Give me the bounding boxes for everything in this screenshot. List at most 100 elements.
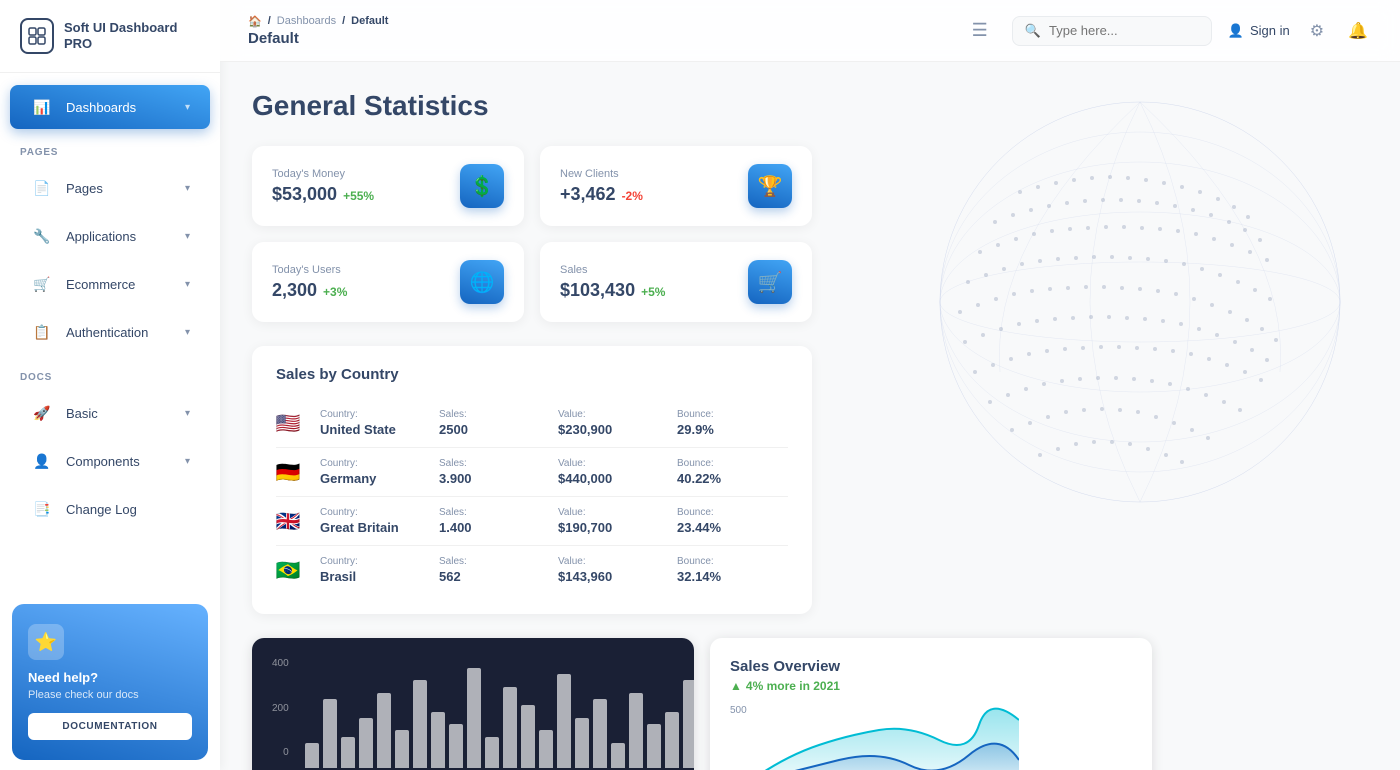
- value-col: Value: $440,000: [558, 458, 669, 486]
- bar: [647, 724, 661, 768]
- y-label: 500: [730, 705, 747, 716]
- bounce-col: Bounce: 29.9%: [677, 409, 788, 437]
- sales-y-axis: 500 400: [730, 705, 747, 770]
- signin-label: Sign in: [1250, 23, 1290, 38]
- signin-button[interactable]: 👤 Sign in: [1228, 23, 1290, 39]
- breadcrumb: 🏠 / Dashboards / Default Default: [248, 15, 948, 47]
- col-label: Value:: [558, 556, 669, 567]
- col-label: Bounce:: [677, 409, 788, 420]
- documentation-button[interactable]: DOCUMENTATION: [28, 713, 192, 740]
- bounce-col: Bounce: 40.22%: [677, 458, 788, 486]
- pages-section-label: PAGES: [0, 131, 220, 164]
- user-icon: 👤: [1228, 23, 1244, 39]
- sales-col: Sales: 1.400: [439, 507, 550, 535]
- notifications-button[interactable]: 🔔: [1344, 17, 1372, 45]
- chevron-down-icon: ▾: [185, 183, 190, 194]
- sidebar-logo: Soft UI Dashboard PRO: [0, 0, 220, 73]
- bar: [557, 674, 571, 768]
- bounce-col: Bounce: 23.44%: [677, 507, 788, 535]
- stat-card-users: Today's Users 2,300 +3% 🌐: [252, 242, 524, 322]
- bar: [449, 724, 463, 768]
- stat-change: +55%: [343, 189, 374, 203]
- sidebar-item-dashboards[interactable]: 📊 Dashboards ▾: [10, 85, 210, 129]
- sidebar-item-ecommerce[interactable]: 🛒 Ecommerce ▾: [10, 262, 210, 306]
- help-title: Need help?: [28, 670, 192, 685]
- col-value: $440,000: [558, 471, 669, 486]
- stat-label: New Clients: [560, 168, 643, 180]
- sidebar-item-label: Pages: [66, 181, 173, 196]
- stat-info: Today's Money $53,000 +55%: [272, 168, 374, 205]
- chevron-down-icon: ▾: [185, 102, 190, 113]
- chevron-down-icon: ▾: [185, 408, 190, 419]
- table-row: 🇧🇷 Country: Brasil Sales: 562 Value: $14…: [276, 546, 788, 594]
- flag-us: 🇺🇸: [276, 415, 300, 431]
- settings-button[interactable]: ⚙: [1306, 17, 1328, 45]
- col-label: Country:: [320, 556, 431, 567]
- stat-value: $103,430: [560, 280, 635, 301]
- chevron-down-icon: ▾: [185, 456, 190, 467]
- hamburger-button[interactable]: ☰: [964, 16, 996, 45]
- sidebar-item-changelog[interactable]: 📑 Change Log: [10, 487, 210, 531]
- stat-value-row: $53,000 +55%: [272, 184, 374, 205]
- home-icon: 🏠: [248, 15, 262, 28]
- chevron-down-icon: ▾: [185, 327, 190, 338]
- sidebar-item-authentication[interactable]: 📋 Authentication ▾: [10, 310, 210, 354]
- stats-grid: Today's Money $53,000 +55% 💲 New Clients…: [252, 146, 812, 322]
- page-title: General Statistics: [252, 90, 1368, 122]
- bounce-col: Bounce: 32.14%: [677, 556, 788, 584]
- bar: [503, 687, 517, 768]
- col-label: Value:: [558, 409, 669, 420]
- stat-card-clients: New Clients +3,462 -2% 🏆: [540, 146, 812, 226]
- sidebar-item-basic[interactable]: 🚀 Basic ▾: [10, 391, 210, 435]
- logo-icon: [20, 18, 54, 54]
- sales-line-chart: [759, 705, 1019, 770]
- basic-icon: 🚀: [30, 401, 54, 425]
- col-label: Country:: [320, 409, 431, 420]
- col-label: Sales:: [439, 556, 550, 567]
- breadcrumb-current: Default: [351, 15, 388, 27]
- col-label: Bounce:: [677, 556, 788, 567]
- stat-value-row: +3,462 -2%: [560, 184, 643, 205]
- bar: [341, 737, 355, 768]
- table-row: 🇺🇸 Country: United State Sales: 2500 Val…: [276, 399, 788, 448]
- stat-value-row: 2,300 +3%: [272, 280, 347, 301]
- col-value: 29.9%: [677, 422, 788, 437]
- col-value: 40.22%: [677, 471, 788, 486]
- chevron-down-icon: ▾: [185, 279, 190, 290]
- table-row: 🇬🇧 Country: Great Britain Sales: 1.400 V…: [276, 497, 788, 546]
- bar: [359, 718, 373, 768]
- search-input[interactable]: [1049, 23, 1189, 38]
- y-label: 200: [272, 703, 289, 714]
- bar: [413, 680, 427, 768]
- stat-label: Today's Money: [272, 168, 374, 180]
- sidebar-item-label: Change Log: [66, 502, 190, 517]
- stat-change: -2%: [622, 189, 643, 203]
- flag-gb: 🇬🇧: [276, 513, 300, 529]
- sidebar-item-components[interactable]: 👤 Components ▾: [10, 439, 210, 483]
- stat-value: +3,462: [560, 184, 616, 205]
- col-label: Value:: [558, 458, 669, 469]
- sidebar-item-pages[interactable]: 📄 Pages ▾: [10, 166, 210, 210]
- help-card: ⭐ Need help? Please check our docs DOCUM…: [12, 604, 208, 760]
- stat-label: Sales: [560, 264, 665, 276]
- col-value: $190,700: [558, 520, 669, 535]
- help-star-icon: ⭐: [28, 624, 64, 660]
- breadcrumb-path: 🏠 / Dashboards / Default: [248, 15, 948, 28]
- col-value: 2500: [439, 422, 550, 437]
- breadcrumb-dashboards[interactable]: Dashboards: [277, 15, 336, 27]
- search-icon: 🔍: [1025, 23, 1041, 39]
- sales-overview-title: Sales Overview: [730, 658, 1132, 675]
- col-value: 32.14%: [677, 569, 788, 584]
- stat-card-money: Today's Money $53,000 +55% 💲: [252, 146, 524, 226]
- bar: [467, 668, 481, 768]
- col-label: Sales:: [439, 507, 550, 518]
- stat-value: $53,000: [272, 184, 337, 205]
- bar: [539, 730, 553, 768]
- sidebar-item-label: Applications: [66, 229, 173, 244]
- auth-icon: 📋: [30, 320, 54, 344]
- bar: [323, 699, 337, 768]
- sidebar-item-applications[interactable]: 🔧 Applications ▾: [10, 214, 210, 258]
- y-label: 0: [272, 747, 289, 758]
- stat-info: Today's Users 2,300 +3%: [272, 264, 347, 301]
- bar: [395, 730, 409, 768]
